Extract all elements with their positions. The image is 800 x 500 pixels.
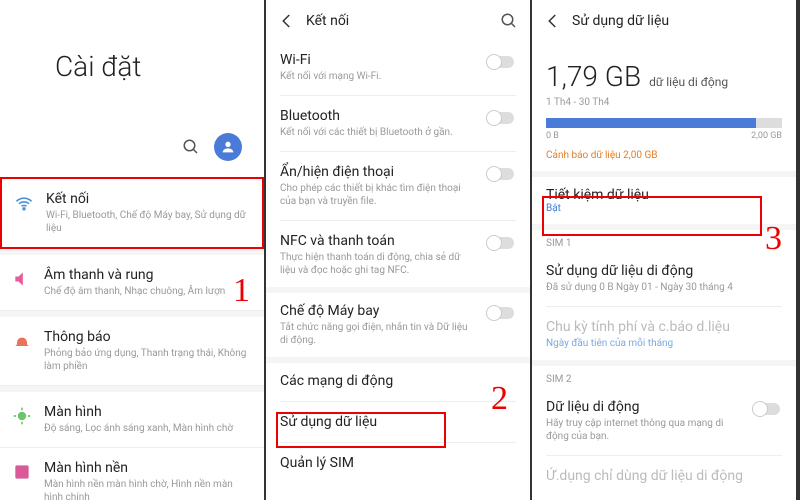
annotation-box-3: [542, 196, 762, 236]
usage-date-range: 1 Th4 - 30 Th4: [532, 95, 796, 118]
data-usage-panel: Sử dụng dữ liệu 1,79 GB dữ liệu di động …: [532, 0, 798, 500]
annotation-box-2: [276, 412, 446, 448]
entry-sub: Đã sử dụng 0 B Ngày 01 - Ngày 30 tháng 4: [546, 281, 782, 294]
toggle-airplane[interactable]: [486, 305, 516, 321]
entry-title: Các mạng di động: [280, 373, 516, 389]
bar-labels: 0 B 2,00 GB: [532, 128, 796, 144]
settings-item-wallpaper[interactable]: Màn hình nền Màn hình nền màn hình chờ, …: [0, 448, 264, 500]
wallpaper-icon: [12, 462, 32, 482]
search-icon[interactable]: [182, 138, 200, 156]
entry-title: Dữ liệu di động: [546, 399, 782, 415]
entry-title: Sử dụng dữ liệu di động: [546, 263, 782, 279]
annotation-number-2: 2: [491, 380, 508, 418]
bar-max: 2,00 GB: [751, 131, 782, 141]
entry-sub: Kết nối với các thiết bị Bluetooth ở gần…: [280, 126, 516, 139]
entry-title: NFC và thanh toán: [280, 233, 516, 249]
header-title: Kết nối: [306, 13, 500, 29]
toggle-mobile-data[interactable]: [752, 401, 782, 417]
section-sim2: SIM 2: [532, 366, 796, 389]
entry-sub: Thực hiện thanh toán di động, chia sẻ dữ…: [280, 251, 516, 277]
entry-sim2-mobile-data[interactable]: Dữ liệu di động Hãy truy cập internet th…: [532, 389, 796, 453]
item-title: Màn hình: [44, 404, 250, 420]
entry-title: Ẩn/hiện điện thoại: [280, 164, 516, 180]
item-title: Thông báo: [44, 329, 250, 345]
data-warning: Cảnh báo dữ liệu 2,00 GB: [532, 144, 796, 171]
entry-title: Bluetooth: [280, 108, 516, 124]
item-sub: Wi-Fi, Bluetooth, Chế độ Máy bay, Sử dụn…: [46, 209, 248, 235]
account-avatar[interactable]: [214, 133, 242, 161]
annotation-number-3: 3: [765, 220, 782, 258]
entry-sub: Ngày đầu tiên của mỗi tháng: [546, 337, 782, 350]
toggle-wifi[interactable]: [486, 54, 516, 70]
entry-sub: Hãy truy cập internet thông qua mạng di …: [546, 417, 782, 443]
item-title: Màn hình nền: [44, 460, 250, 476]
back-icon[interactable]: [278, 12, 296, 30]
entry-nfc[interactable]: NFC và thanh toán Thực hiện thanh toán d…: [266, 223, 530, 287]
settings-panel: Cài đặt Kết nối Wi-Fi, Bluetooth, Chế độ…: [0, 0, 266, 500]
search-icon[interactable]: [500, 12, 518, 30]
entry-visibility[interactable]: Ẩn/hiện điện thoại Cho phép các thiết bị…: [266, 154, 530, 218]
entry-sim1-usage[interactable]: Sử dụng dữ liệu di động Đã sử dụng 0 B N…: [532, 253, 796, 304]
entry-title: Chu kỳ tính phí và c.báo d.liệu: [546, 319, 782, 335]
item-title: Kết nối: [46, 191, 248, 207]
usage-amount: 1,79 GB dữ liệu di động: [532, 42, 796, 95]
toggle-visibility[interactable]: [486, 166, 516, 182]
annotation-number-1: 1: [233, 272, 250, 310]
entry-airplane[interactable]: Chế độ Máy bay Tắt chức năng gọi điện, n…: [266, 293, 530, 357]
entry-sim-mgmt[interactable]: Quản lý SIM: [266, 445, 530, 481]
sound-icon: [12, 269, 32, 289]
settings-title: Cài đặt: [0, 0, 264, 133]
item-sub: Phỏng bảo ứng dụng, Thanh trạng thái, Kh…: [44, 347, 250, 373]
entry-title: Wi-Fi: [280, 52, 516, 68]
entry-sub: Kết nối với mạng Wi-Fi.: [280, 70, 516, 83]
settings-item-notifications[interactable]: Thông báo Phỏng bảo ứng dụng, Thanh trạn…: [0, 317, 264, 386]
wifi-icon: [14, 193, 34, 213]
entry-title: Quản lý SIM: [280, 455, 516, 471]
item-sub: Chế độ âm thanh, Nhạc chuông, Âm lượn: [44, 285, 250, 298]
entry-title: Chế độ Máy bay: [280, 303, 516, 319]
header-actions: [0, 133, 264, 177]
entry-sim2-only: Ứ.dụng chỉ dùng dữ liệu di động: [532, 458, 796, 494]
usage-value: 1,79 GB: [546, 60, 641, 93]
entry-title: Ứ.dụng chỉ dùng dữ liệu di động: [546, 468, 782, 484]
back-icon[interactable]: [544, 12, 562, 30]
panel-header: Kết nối: [266, 0, 530, 42]
entry-sim1-cycle: Chu kỳ tính phí và c.báo d.liệu Ngày đầu…: [532, 309, 796, 360]
settings-list: Kết nối Wi-Fi, Bluetooth, Chế độ Máy bay…: [0, 177, 264, 500]
toggle-bluetooth[interactable]: [486, 110, 516, 126]
item-sub: Độ sáng, Lọc ánh sáng xanh, Màn hình chờ: [44, 422, 250, 435]
usage-bar: [532, 118, 796, 128]
display-icon: [12, 406, 32, 426]
panel-header: Sử dụng dữ liệu: [532, 0, 796, 42]
item-title: Âm thanh và rung: [44, 267, 250, 283]
settings-item-sound[interactable]: Âm thanh và rung Chế độ âm thanh, Nhạc c…: [0, 255, 264, 311]
settings-item-connections[interactable]: Kết nối Wi-Fi, Bluetooth, Chế độ Máy bay…: [0, 177, 264, 249]
entry-sub: Tắt chức năng gọi điện, nhắn tin và Dữ l…: [280, 321, 516, 347]
header-title: Sử dụng dữ liệu: [572, 13, 784, 29]
notification-icon: [12, 331, 32, 351]
usage-label: dữ liệu di động: [649, 75, 728, 89]
bar-min: 0 B: [546, 131, 559, 141]
item-sub: Màn hình nền màn hình chờ, Hình nền màn …: [44, 478, 250, 500]
entry-wifi[interactable]: Wi-Fi Kết nối với mạng Wi-Fi.: [266, 42, 530, 93]
entry-bluetooth[interactable]: Bluetooth Kết nối với các thiết bị Bluet…: [266, 98, 530, 149]
settings-item-display[interactable]: Màn hình Độ sáng, Lọc ánh sáng xanh, Màn…: [0, 392, 264, 448]
entry-sub: Cho phép các thiết bị khác tìm điện thoạ…: [280, 182, 516, 208]
connections-panel: Kết nối Wi-Fi Kết nối với mạng Wi-Fi. Bl…: [266, 0, 532, 500]
toggle-nfc[interactable]: [486, 235, 516, 251]
